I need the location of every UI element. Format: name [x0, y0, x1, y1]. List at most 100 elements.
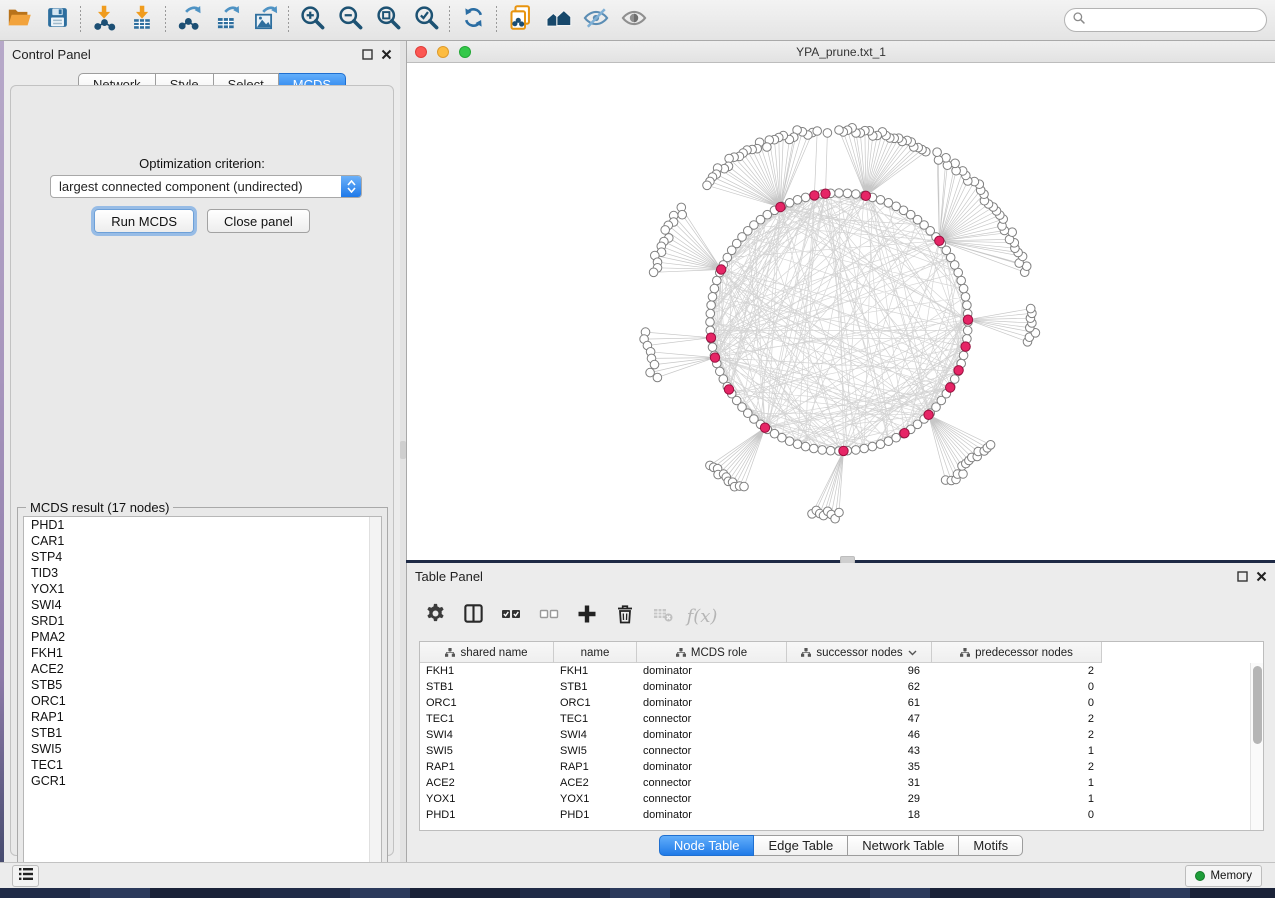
network-node[interactable]	[793, 196, 802, 205]
mcds-network-node[interactable]	[706, 333, 715, 342]
float-window-icon[interactable]	[1237, 569, 1248, 587]
network-node[interactable]	[650, 360, 659, 369]
delete-table-button[interactable]	[647, 600, 679, 632]
mcds-network-node[interactable]	[760, 423, 769, 432]
table-scrollbar[interactable]	[1250, 663, 1263, 830]
network-node[interactable]	[876, 440, 885, 449]
network-window-titlebar[interactable]: YPA_prune.txt_1	[407, 41, 1275, 63]
mcds-node-item[interactable]: STP4	[24, 549, 381, 565]
hide-graphics-details-button[interactable]	[577, 3, 615, 37]
network-node[interactable]	[933, 148, 942, 157]
table-row[interactable]: PHD1PHD1dominator180	[420, 807, 1250, 823]
network-node[interactable]	[649, 268, 658, 277]
export-network-button[interactable]	[170, 3, 208, 37]
export-image-button[interactable]	[246, 3, 284, 37]
column-header-MCDS-role[interactable]: MCDS role	[637, 642, 787, 663]
network-node[interactable]	[959, 351, 968, 360]
network-node[interactable]	[852, 446, 861, 455]
mcds-network-node[interactable]	[900, 429, 909, 438]
mcds-node-item[interactable]: PHD1	[24, 517, 381, 533]
network-node[interactable]	[852, 190, 861, 199]
mcds-network-node[interactable]	[861, 191, 870, 200]
network-node[interactable]	[963, 326, 972, 335]
network-node[interactable]	[707, 301, 716, 310]
memory-button[interactable]: Memory	[1185, 865, 1262, 887]
network-node[interactable]	[835, 126, 844, 135]
table-columns-button[interactable]	[457, 600, 489, 632]
mcds-node-item[interactable]: PMA2	[24, 629, 381, 645]
network-node[interactable]	[708, 293, 717, 302]
close-panel-icon[interactable]	[1256, 569, 1267, 587]
network-node[interactable]	[785, 437, 794, 446]
column-header-name[interactable]: name	[554, 642, 637, 663]
clone-network-button[interactable]	[501, 3, 539, 37]
network-node[interactable]	[708, 343, 717, 352]
tab-network-table[interactable]: Network Table	[848, 835, 959, 856]
table-settings-button[interactable]	[419, 600, 451, 632]
network-node[interactable]	[801, 193, 810, 202]
network-node[interactable]	[710, 284, 719, 293]
close-panel-button[interactable]: Close panel	[207, 209, 310, 233]
network-node[interactable]	[1008, 228, 1017, 237]
save-session-button[interactable]	[38, 3, 76, 37]
table-row[interactable]: TEC1TEC1connector472	[420, 711, 1250, 727]
mcds-node-item[interactable]: SWI4	[24, 597, 381, 613]
maximize-window-light[interactable]	[459, 46, 471, 58]
delete-row-button[interactable]	[609, 600, 641, 632]
mcds-node-item[interactable]: STB1	[24, 725, 381, 741]
table-row[interactable]: SWI4SWI4dominator462	[420, 727, 1250, 743]
close-panel-icon[interactable]	[381, 47, 392, 65]
network-node[interactable]	[713, 276, 722, 285]
mcds-network-node[interactable]	[810, 191, 819, 200]
network-node[interactable]	[653, 373, 662, 382]
tab-node-table[interactable]: Node Table	[659, 835, 755, 856]
mcds-network-node[interactable]	[946, 383, 955, 392]
network-node[interactable]	[801, 442, 810, 451]
table-row[interactable]: YOX1YOX1connector291	[420, 791, 1250, 807]
column-header-predecessor-nodes[interactable]: predecessor nodes	[932, 642, 1102, 663]
import-table-button[interactable]	[123, 3, 161, 37]
network-node[interactable]	[843, 189, 852, 198]
network-node[interactable]	[884, 199, 893, 208]
mcds-result-list[interactable]: PHD1CAR1STP4TID3YOX1SWI4SRD1PMA2FKH1ACE2…	[23, 516, 382, 877]
network-node[interactable]	[740, 482, 749, 491]
network-node[interactable]	[961, 293, 970, 302]
mcds-node-item[interactable]: STB5	[24, 677, 381, 693]
network-node[interactable]	[876, 196, 885, 205]
home-button[interactable]	[539, 3, 577, 37]
column-header-shared-name[interactable]: shared name	[420, 642, 554, 663]
open-session-button[interactable]	[0, 3, 38, 37]
mcds-network-node[interactable]	[935, 236, 944, 245]
network-node[interactable]	[1026, 304, 1035, 313]
table-row[interactable]: FKH1FKH1dominator962	[420, 663, 1250, 679]
zoom-selected-button[interactable]	[407, 3, 445, 37]
select-all-rows-button[interactable]	[495, 600, 527, 632]
table-row[interactable]: ACE2ACE2connector311	[420, 775, 1250, 791]
network-node[interactable]	[823, 129, 832, 138]
network-node[interactable]	[835, 508, 844, 517]
network-node[interactable]	[835, 189, 844, 198]
network-node[interactable]	[706, 318, 715, 327]
show-graphics-details-button[interactable]	[615, 3, 653, 37]
close-window-light[interactable]	[415, 46, 427, 58]
deselect-all-rows-button[interactable]	[533, 600, 565, 632]
mcds-node-item[interactable]: CAR1	[24, 533, 381, 549]
mcds-network-node[interactable]	[776, 202, 785, 211]
function-builder-button[interactable]: f(x)	[685, 600, 717, 632]
table-row[interactable]: RAP1RAP1dominator352	[420, 759, 1250, 775]
network-node[interactable]	[986, 441, 995, 450]
mcds-network-node[interactable]	[724, 385, 733, 394]
mcds-network-node[interactable]	[963, 315, 972, 324]
network-node[interactable]	[678, 210, 687, 219]
minimize-window-light[interactable]	[437, 46, 449, 58]
tab-edge-table[interactable]: Edge Table	[754, 835, 848, 856]
network-node[interactable]	[706, 309, 715, 318]
mcds-node-item[interactable]: FKH1	[24, 645, 381, 661]
network-node[interactable]	[818, 446, 827, 455]
optimization-criterion-select[interactable]: largest connected component (undirected)	[50, 175, 362, 198]
network-node[interactable]	[868, 442, 877, 451]
refresh-button[interactable]	[454, 3, 492, 37]
mcds-network-node[interactable]	[954, 366, 963, 375]
network-node[interactable]	[826, 446, 835, 455]
search-input[interactable]	[1086, 11, 1266, 29]
